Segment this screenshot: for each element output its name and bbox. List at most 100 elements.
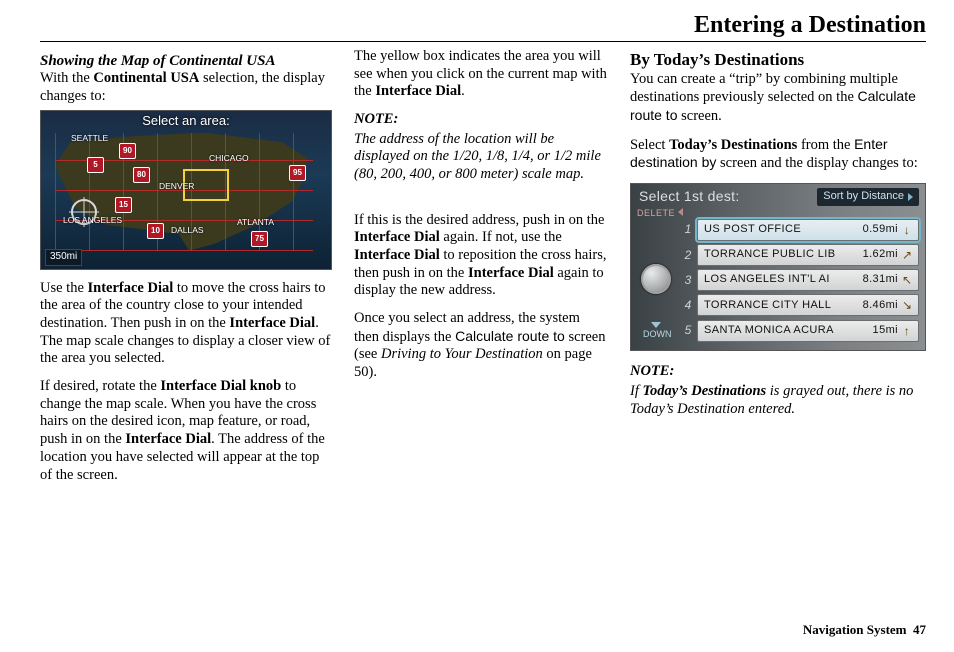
col2-p2: If this is the desired address, push in … — [354, 212, 608, 300]
continental-usa-term: Continental USA — [93, 70, 199, 86]
text: from the — [797, 137, 854, 153]
row-cell: SANTA MONICA ACURA 15mi ↑ — [697, 320, 919, 342]
dest-header: Select 1st dest: — [639, 188, 740, 205]
triangle-left-icon — [678, 208, 683, 216]
page-title: Entering a Destination — [40, 12, 926, 41]
row-number: 3 — [679, 273, 697, 288]
dest-distance: 0.59mi — [863, 223, 898, 236]
dest-name: TORRANCE PUBLIC LIB — [704, 248, 857, 261]
destination-list: 1 US POST OFFICE 0.59mi ↓ 2 TORRANCE PUB… — [679, 218, 919, 342]
row-cell: US POST OFFICE 0.59mi ↓ — [697, 219, 919, 241]
sort-by-distance-button[interactable]: Sort by Distance — [817, 188, 919, 205]
row-number: 5 — [679, 323, 697, 338]
down-label: DOWN — [643, 329, 672, 339]
city-label: SEATTLE — [71, 133, 108, 143]
note-body: The address of the location will be disp… — [354, 131, 608, 184]
interface-dial-term: Interface Dial — [468, 265, 554, 281]
screen-name: Calculate route to — [455, 328, 565, 344]
direction-arrow-icon: ↘ — [902, 299, 912, 311]
page-number: 47 — [913, 622, 926, 637]
interstate-shield-icon: 75 — [251, 231, 268, 247]
list-item[interactable]: 5 SANTA MONICA ACURA 15mi ↑ — [679, 319, 919, 342]
interface-dial-term: Interface Dial — [229, 315, 315, 331]
interstate-shield-icon: 15 — [115, 197, 132, 213]
columns: Showing the Map of Continental USA With … — [40, 48, 926, 494]
text: screen and the display changes to: — [716, 155, 917, 171]
interface-dial-term: Interface Dial — [88, 280, 174, 296]
page-footer: Navigation System 47 — [803, 622, 926, 638]
city-label: LOS ANGELES — [63, 215, 122, 225]
scroll-down-button[interactable]: DOWN — [643, 322, 669, 340]
note-label: NOTE: — [354, 111, 608, 129]
list-item[interactable]: 4 TORRANCE CITY HALL 8.46mi ↘ — [679, 294, 919, 317]
dest-distance: 8.46mi — [863, 299, 898, 312]
col2-p1: The yellow box indicates the area you wi… — [354, 48, 608, 101]
triangle-down-icon — [651, 322, 661, 328]
interface-dial-term: Interface Dial — [354, 229, 440, 245]
header-rule — [40, 41, 926, 42]
text: If — [630, 383, 642, 399]
direction-arrow-icon: ↑ — [902, 325, 912, 337]
footer-label: Navigation System — [803, 622, 907, 637]
row-number: 4 — [679, 298, 697, 313]
column-1: Showing the Map of Continental USA With … — [40, 48, 332, 494]
text: again. If not, use the — [440, 229, 562, 245]
manual-page: Entering a Destination Showing the Map o… — [0, 0, 954, 652]
dest-distance: 15mi — [873, 324, 898, 337]
us-map-figure: Select an area: 350mi SEATTLE CHICAGO DE… — [40, 110, 332, 270]
col1-p2: Use the Interface Dial to move the cross… — [40, 280, 332, 368]
col1-p3: If desired, rotate the Interface Dial kn… — [40, 378, 332, 484]
text: Select — [630, 137, 669, 153]
interstate-shield-icon: 80 — [133, 167, 150, 183]
city-label: ATLANTA — [237, 217, 274, 227]
list-item[interactable]: 1 US POST OFFICE 0.59mi ↓ — [679, 218, 919, 241]
todays-destinations-term: Today’s Destinations — [642, 383, 766, 399]
text: With the — [40, 70, 93, 86]
map-title: Select an area: — [41, 113, 331, 129]
city-label: DENVER — [159, 181, 194, 191]
dest-distance: 1.62mi — [863, 248, 898, 261]
sort-label: Sort by Distance — [823, 190, 904, 203]
list-item[interactable]: 3 LOS ANGELES INT'L AI 8.31mi ↖ — [679, 269, 919, 292]
dest-name: TORRANCE CITY HALL — [704, 299, 857, 312]
direction-arrow-icon: ↗ — [902, 249, 912, 261]
text: If desired, rotate the — [40, 378, 160, 394]
interstate-shield-icon: 10 — [147, 223, 164, 239]
note-label-text: NOTE: — [630, 363, 674, 379]
triangle-right-icon — [908, 193, 913, 201]
text: If this is the desired address, push in … — [354, 212, 605, 228]
xref: Driving to Your Destination — [381, 346, 543, 362]
text: screen. — [677, 108, 721, 124]
column-3: By Today’s Destinations You can create a… — [630, 48, 926, 494]
heading-todays-destinations: By Today’s Destinations — [630, 50, 926, 71]
row-cell: TORRANCE PUBLIC LIB 1.62mi ↗ — [697, 244, 919, 266]
note-body: If Today’s Destinations is grayed out, t… — [630, 383, 926, 418]
delete-label: DELETE — [637, 208, 675, 218]
interface-dial-knob-term: Interface Dial knob — [160, 378, 281, 394]
col3-p2: Select Today’s Destinations from the Ent… — [630, 136, 926, 173]
note-label: NOTE: — [630, 363, 926, 381]
col3-p1: You can create a “trip” by combining mul… — [630, 71, 926, 126]
dial-icon — [641, 264, 671, 294]
column-2: The yellow box indicates the area you wi… — [354, 48, 608, 494]
row-cell: LOS ANGELES INT'L AI 8.31mi ↖ — [697, 269, 919, 291]
interstate-shield-icon: 90 — [119, 143, 136, 159]
dest-distance: 8.31mi — [863, 273, 898, 286]
todays-destinations-term: Today’s Destinations — [669, 137, 797, 153]
list-item[interactable]: 2 TORRANCE PUBLIC LIB 1.62mi ↗ — [679, 243, 919, 266]
delete-button[interactable]: DELETE — [637, 208, 683, 219]
interface-dial-term: Interface Dial — [125, 431, 211, 447]
destination-list-figure: Select 1st dest: Sort by Distance DELETE… — [630, 183, 926, 351]
dest-name: SANTA MONICA ACURA — [704, 324, 867, 337]
row-number: 1 — [679, 222, 697, 237]
subheading-continental-usa: Showing the Map of Continental USA — [40, 52, 332, 70]
interstate-shield-icon: 95 — [289, 165, 306, 181]
dest-name: LOS ANGELES INT'L AI — [704, 273, 857, 286]
col2-p3: Once you select an address, the system t… — [354, 310, 608, 382]
note-label-text: NOTE: — [354, 111, 398, 127]
row-number: 2 — [679, 248, 697, 263]
map-scale-badge: 350mi — [45, 249, 82, 265]
row-cell: TORRANCE CITY HALL 8.46mi ↘ — [697, 294, 919, 316]
interface-dial-term: Interface Dial — [375, 83, 461, 99]
text: . — [461, 83, 465, 99]
